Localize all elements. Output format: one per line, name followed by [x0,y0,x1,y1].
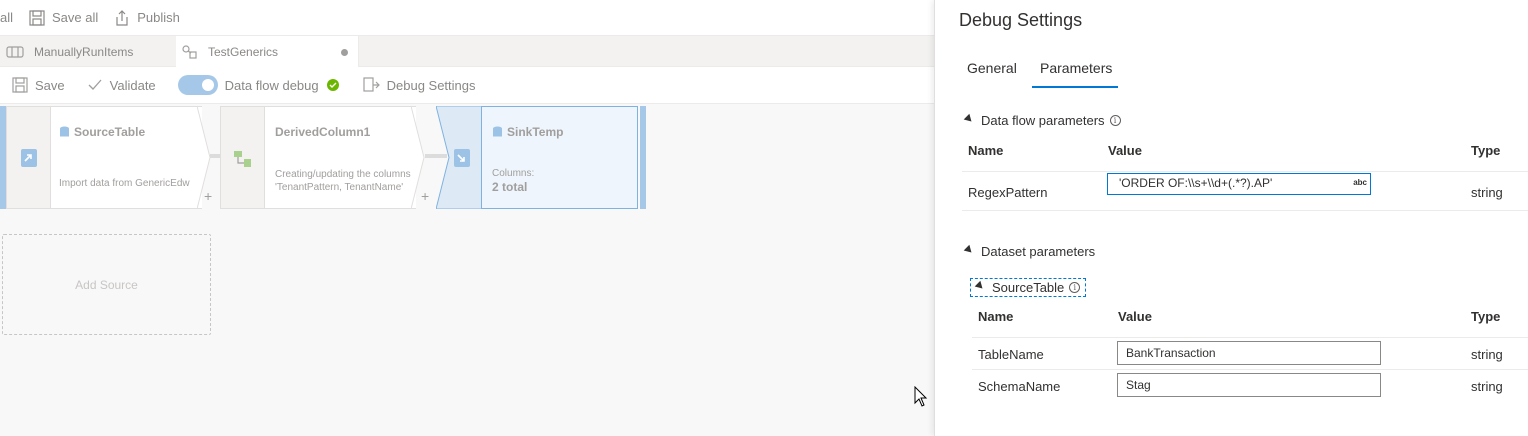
source-node[interactable]: SourceTable Import data from GenericEdw [6,106,202,209]
debug-settings-panel: Debug Settings General Parameters Data f… [934,0,1528,436]
divider [972,369,1528,370]
info-icon: i [1069,282,1081,293]
validate-label: Validate [109,77,156,93]
sink-edge-marker [640,106,646,209]
checkmark-icon [88,79,102,90]
tab-test-generics[interactable]: TestGenerics [176,36,359,67]
expression-type-badge[interactable]: abc [1353,178,1367,187]
derived-icon-strip [221,107,265,208]
col-type-header: Type [1471,309,1501,324]
panel-title: Debug Settings [959,10,1083,30]
debug-label: Data flow debug [224,77,319,93]
editor-tabs: ManuallyRunItems TestGenerics [0,35,934,67]
add-transform-button[interactable]: + [421,188,429,204]
param-type: string [1471,379,1503,394]
save-button[interactable]: Save [12,77,65,93]
collapse-triangle-icon [974,280,986,292]
regex-pattern-input[interactable]: 'ORDER OF:\\s+\\d+(.*?).AP' abc [1107,173,1371,195]
dataflow-params-header[interactable]: Data flow parameters i [963,113,1121,128]
tab-manually-run-items[interactable]: ManuallyRunItems [0,36,176,67]
tab-label: ManuallyRunItems [34,44,134,59]
source-table-group-header[interactable]: SourceTable i [970,278,1086,297]
main-toolbar: all Save all Publish [0,0,934,35]
pipeline-icon [6,45,24,58]
publish-button[interactable]: Publish [114,9,180,26]
collapse-triangle-icon [963,113,975,125]
debug-settings-button[interactable]: Debug Settings [362,77,476,93]
col-value-header: Value [1108,143,1142,158]
add-source-button[interactable]: Add Source [2,234,211,335]
sink-node[interactable]: SinkTemp Columns: 2 total [481,106,638,209]
schema-name-value: Stag [1126,378,1151,392]
save-label: Save [35,77,65,93]
sink-icon [454,149,470,167]
info-icon: i [1109,115,1121,126]
col-name-header: Name [978,309,1014,324]
schema-name-input[interactable]: Stag [1117,373,1381,397]
source-node-desc: Import data from GenericEdw [59,178,190,189]
sink-columns-value: 2 total [492,180,528,194]
source-node-title: SourceTable [59,125,145,139]
all-button[interactable]: all [0,10,13,25]
debug-toggle-switch[interactable] [177,75,218,95]
dataflow-canvas[interactable]: SourceTable Import data from GenericEdw … [0,104,934,436]
collapse-triangle-icon [963,244,975,256]
param-name: SchemaName [978,379,1061,394]
source-icon-strip [7,107,51,208]
debug-settings-label: Debug Settings [386,77,476,93]
col-value-header: Value [1118,309,1152,324]
divider [962,171,1528,172]
table-icon [493,126,502,137]
tab-parameters[interactable]: Parameters [1032,60,1118,88]
derived-node-title: DerivedColumn1 [275,125,371,139]
sink-node-title: SinkTemp [492,125,563,139]
dataset-params-header[interactable]: Dataset parameters [963,244,1095,259]
table-name-input[interactable]: BankTransaction [1117,341,1381,365]
regex-pattern-value: 'ORDER OF:\\s+\\d+(.*?).AP' [1119,176,1273,190]
derived-node-desc: Creating/updating the columns 'TenantPat… [275,169,411,193]
success-check-icon [326,79,339,91]
dataflow-editor: all Save all Publish ManuallyRunItems Te… [0,0,934,436]
publish-label: Publish [137,10,180,25]
publish-icon [116,9,128,26]
divider [972,337,1528,338]
all-label: all [0,10,14,25]
save-all-icon [29,9,45,26]
unsaved-dot-icon [341,49,348,56]
debug-settings-icon [363,77,380,92]
source-icon [20,148,37,167]
dataflow-debug-toggle[interactable]: Data flow debug [177,75,340,95]
col-name-header: Name [968,143,1004,158]
param-type: string [1471,185,1503,200]
dataflow-toolbar: Save Validate Data flow debug Debug Sett… [0,67,934,104]
derived-column-node[interactable]: DerivedColumn1 Creating/updating the col… [220,106,416,209]
mouse-pointer-icon [914,386,928,407]
divider [962,210,1528,211]
validate-button[interactable]: Validate [87,78,156,93]
dataflow-icon [182,44,197,59]
derived-column-icon [233,150,251,167]
param-name: TableName [978,347,1044,362]
param-name: RegexPattern [968,185,1048,200]
table-icon [60,126,69,137]
param-type: string [1471,347,1503,362]
col-type-header: Type [1471,143,1501,158]
add-transform-button[interactable]: + [204,188,212,204]
sink-columns-label: Columns: [492,168,535,179]
save-all-button[interactable]: Save all [29,9,99,26]
save-icon [12,77,28,93]
save-all-label: Save all [52,10,99,25]
table-name-value: BankTransaction [1126,346,1216,360]
tab-label: TestGenerics [208,44,279,59]
tab-general[interactable]: General [967,60,1017,88]
